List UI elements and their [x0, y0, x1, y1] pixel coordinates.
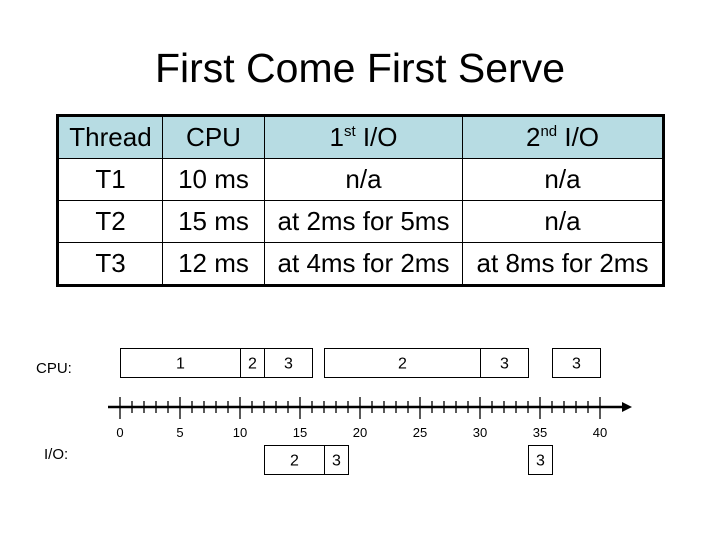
io-segment-label: 3	[536, 453, 545, 470]
cpu-segment-label: 3	[284, 356, 293, 373]
tick-label: 30	[473, 425, 487, 440]
tick-label: 5	[176, 425, 183, 440]
tick-label: 25	[413, 425, 427, 440]
tick-label: 10	[233, 425, 247, 440]
cpu-segment-label: 1	[176, 356, 185, 373]
io-segment-label: 3	[332, 453, 341, 470]
tick-label: 15	[293, 425, 307, 440]
cpu-segment-label: 2	[398, 356, 407, 373]
tick-label: 35	[533, 425, 547, 440]
cpu-segment-label: 3	[572, 356, 581, 373]
cpu-segment-label: 3	[500, 356, 509, 373]
tick-label: 20	[353, 425, 367, 440]
tick-label: 40	[593, 425, 607, 440]
gantt-timeline: 0 5 10 15 20 25 30 35 40 1 2 3 2 3 3 2 3 3	[108, 348, 632, 475]
tick-label: 0	[116, 425, 123, 440]
io-segment-label: 2	[290, 453, 299, 470]
cpu-segment-label: 2	[248, 356, 257, 373]
axis-arrow-icon	[622, 402, 632, 412]
